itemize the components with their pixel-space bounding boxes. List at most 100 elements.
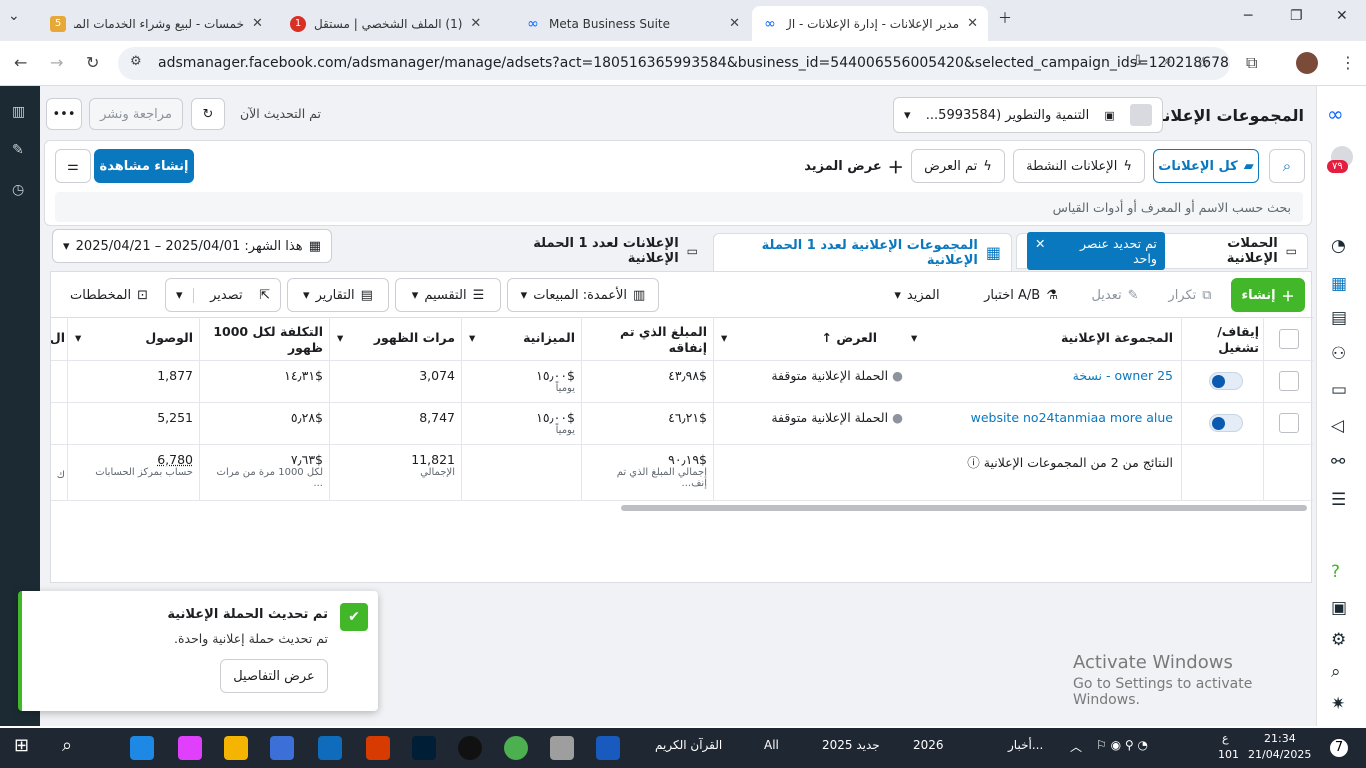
reload-icon[interactable]: ↻ — [86, 53, 99, 72]
network-icon[interactable]: ⚯ — [1331, 452, 1345, 472]
megaphone-icon[interactable]: ◁ — [1331, 416, 1344, 436]
see-more-button[interactable]: ＋ عرض المزيد — [804, 149, 904, 183]
photoshop-icon[interactable] — [412, 736, 436, 760]
profile-avatar[interactable] — [1296, 52, 1318, 74]
export-button[interactable]: ⇱ تصدير ▾ — [165, 278, 281, 312]
zoom-icon[interactable]: ⌕ — [1164, 53, 1172, 69]
menu-dots-icon[interactable]: ⋮ — [1340, 53, 1356, 72]
duplicate-button[interactable]: ⧉ تكرار — [1157, 278, 1223, 312]
selected-chip[interactable]: تم تحديد عنصر واحد ✕ — [1027, 232, 1165, 270]
reports-button[interactable]: ▤ التقارير ▾ — [287, 278, 389, 312]
all-ads-filter[interactable]: ▰ كل الإعلانات — [1153, 149, 1259, 183]
pages-icon[interactable]: ▤ — [1331, 308, 1347, 328]
tab-meta-business[interactable]: ∞ Meta Business Suite ✕ — [515, 6, 750, 41]
minimize-icon[interactable]: ─ — [1244, 8, 1252, 24]
table-icon[interactable]: ▦ — [1331, 274, 1347, 294]
clock-time[interactable]: 21:34 — [1264, 732, 1296, 745]
chrome-icon[interactable] — [504, 736, 528, 760]
account-selector[interactable]: ▣ التنمية والتطوير (5993584... ▾ — [893, 97, 1163, 133]
edit-button[interactable]: ✎ تعديل — [1079, 278, 1151, 312]
col-header-spent[interactable]: المبلغ الذي تم إنفاقه — [591, 324, 707, 356]
outlook-icon[interactable] — [318, 736, 342, 760]
view-details-button[interactable]: عرض التفاصيل — [220, 659, 328, 693]
windows-start-icon[interactable]: ⊞ — [14, 735, 29, 756]
site-info-icon[interactable]: ⚙ — [130, 54, 142, 69]
tab-khamsat[interactable]: ✕ خمسات - لبيع وشراء الخدمات المص 5 — [40, 6, 278, 41]
close-icon[interactable]: ✕ — [252, 16, 263, 31]
m365-icon[interactable] — [366, 736, 390, 760]
bug-icon[interactable]: ✷ — [1331, 694, 1345, 714]
edge-icon[interactable] — [130, 736, 154, 760]
tab-campaigns[interactable]: ▭ الحملات الإعلانية تم تحديد عنصر واحد ✕ — [1016, 232, 1308, 270]
news-widget[interactable]: أخبار... — [1008, 738, 1043, 752]
language-indicator[interactable]: ع — [1222, 732, 1229, 745]
clock-icon[interactable]: ◷ — [12, 182, 24, 198]
adset-name-link[interactable]: website no24tanmiaa more alue — [911, 410, 1173, 425]
tab-search-icon[interactable]: ⌄ — [8, 8, 20, 24]
tab-adsets[interactable]: ▦ المجموعات الإعلانية لعدد 1 الحملة الإع… — [713, 233, 1012, 271]
tab-mostaql[interactable]: ✕ (1) الملف الشخصي | مستقل 1 — [280, 6, 510, 41]
close-icon[interactable]: ✕ — [729, 16, 740, 31]
create-button[interactable]: ＋ إنشاء — [1231, 278, 1305, 312]
close-icon[interactable]: ✕ — [967, 16, 978, 31]
row-checkbox[interactable] — [1279, 413, 1299, 433]
audiences-icon[interactable]: ⚇ — [1331, 344, 1346, 364]
date-range-picker[interactable]: ▾ هذا الشهر: 2025/04/01 – 2025/04/21 ▦ — [52, 229, 332, 263]
pencil-icon[interactable]: ✎ — [12, 142, 24, 158]
notification-count[interactable]: 7 — [1330, 739, 1348, 757]
review-publish-button[interactable]: مراجعة ونشر — [89, 98, 183, 130]
close-icon[interactable]: ✕ — [1035, 236, 1045, 266]
row-checkbox[interactable] — [1279, 371, 1299, 391]
more-button[interactable]: ••• — [46, 98, 82, 130]
col-header-toggle[interactable]: إيقاف/ تشغيل — [1191, 324, 1259, 356]
close-icon[interactable]: ✕ — [470, 16, 481, 31]
billing-icon[interactable]: ▭ — [1331, 380, 1347, 400]
info-icon[interactable]: ⓘ — [967, 455, 980, 470]
url-field[interactable]: adsmanager.facebook.com/adsmanager/manag… — [118, 47, 1230, 80]
adset-toggle[interactable] — [1209, 372, 1243, 390]
help-icon[interactable]: ? — [1331, 562, 1340, 582]
refresh-button[interactable]: ↻ — [191, 98, 225, 130]
bookmark-star-icon[interactable]: ☆ — [1196, 53, 1210, 72]
col-header-cpm[interactable]: التكلفة لكل 1000 ظهور — [207, 324, 323, 356]
search-input[interactable]: بحث حسب الاسم أو المعرف أو أدوات القياس — [55, 192, 1303, 222]
back-icon[interactable]: ← — [14, 53, 27, 72]
tab-ads[interactable]: ▭ الإعلانات لعدد 1 الحملة الإعلانية — [480, 233, 708, 269]
dashboard-icon[interactable]: ◔ — [1331, 236, 1346, 256]
new-tab-icon[interactable]: ＋ — [998, 8, 1012, 28]
explorer-icon[interactable] — [224, 736, 248, 760]
install-icon[interactable]: ⇩ — [1132, 53, 1144, 69]
copilot-icon[interactable] — [178, 736, 202, 760]
view-settings-button[interactable]: ⚌ — [55, 149, 91, 183]
settings-icon[interactable]: ⚙ — [1331, 630, 1346, 650]
columns-button[interactable]: ▥ الأعمدة: المبيعات ▾ — [507, 278, 659, 312]
search-icon[interactable]: ⌕ — [62, 735, 72, 756]
more-actions-button[interactable]: المزيد ▾ — [875, 278, 959, 312]
col-header-impressions[interactable]: مرات الظهور ▾ — [337, 330, 455, 346]
adset-name-link[interactable]: owner 25 - نسخة — [911, 368, 1173, 383]
active-ads-filter[interactable]: ϟ الإعلانات النشطة — [1013, 149, 1145, 183]
menu-icon[interactable]: ☰ — [1331, 490, 1346, 510]
charts-button[interactable]: ⊡ المخططات — [59, 278, 159, 312]
col-header-delivery[interactable]: العرض ↑ ▾ — [721, 330, 903, 346]
tray-icons[interactable]: ⚐ ◉ ⚲ ◔ — [1096, 738, 1148, 752]
taskbar-item[interactable]: All — [764, 738, 779, 752]
col-header-reach[interactable]: الوصول ▾ — [75, 330, 193, 346]
create-view-button[interactable]: إنشاء مشاهدة — [94, 149, 194, 183]
chart-icon[interactable]: ▥ — [12, 104, 25, 120]
extensions-icon[interactable]: ⧉ — [1246, 53, 1257, 73]
close-window-icon[interactable]: ✕ — [1336, 8, 1348, 24]
tray-chevron-icon[interactable]: ︿ — [1070, 738, 1082, 755]
ab-test-button[interactable]: ⚗ اختبار A/B — [969, 278, 1073, 312]
col-header-adset[interactable]: المجموعة الإعلانية ▾ — [911, 330, 1173, 346]
taskbar-item[interactable]: جديد 2025 — [822, 738, 880, 752]
horizontal-scrollbar[interactable] — [621, 505, 1307, 511]
shown-filter[interactable]: ϟ تم العرض — [911, 149, 1005, 183]
word-icon[interactable] — [596, 736, 620, 760]
upwork-icon[interactable] — [458, 736, 482, 760]
breakdown-button[interactable]: ☰ التقسيم ▾ — [395, 278, 501, 312]
col-header-budget[interactable]: الميزانية ▾ — [469, 330, 575, 346]
adset-toggle[interactable] — [1209, 414, 1243, 432]
maximize-icon[interactable]: ❐ — [1290, 8, 1303, 24]
taskbar-item[interactable]: القرآن الكريم — [655, 738, 722, 752]
